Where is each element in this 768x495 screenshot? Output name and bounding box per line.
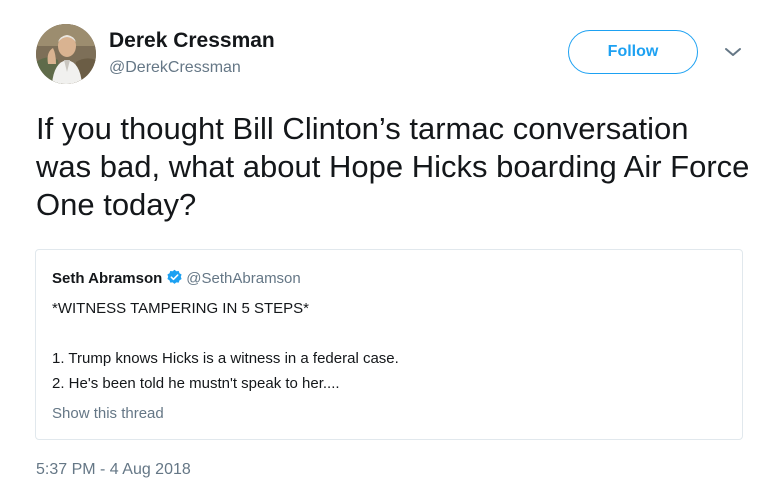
chevron-down-icon[interactable]: [724, 46, 742, 58]
quoted-tweet[interactable]: Seth Abramson @SethAbramson *WITNESS TAMP…: [35, 249, 743, 440]
quoted-tweet-line: *WITNESS TAMPERING IN 5 STEPS*: [52, 300, 309, 317]
tweet-timestamp[interactable]: 5:37 PM - 4 Aug 2018: [36, 460, 191, 480]
quoted-author-name: Seth Abramson: [52, 270, 163, 287]
avatar-photo: [36, 24, 96, 84]
author-handle[interactable]: @DerekCressman: [109, 57, 275, 79]
avatar[interactable]: [36, 24, 96, 84]
author-display-name[interactable]: Derek Cressman: [109, 28, 275, 54]
author-names: Derek Cressman @DerekCressman: [109, 28, 275, 79]
quoted-tweet-line: 1. Trump knows Hicks is a witness in a f…: [52, 350, 399, 367]
tweet-header: Derek Cressman @DerekCressman Follow: [36, 24, 752, 88]
tweet-text: If you thought Bill Clinton’s tarmac con…: [36, 111, 750, 222]
show-thread-link[interactable]: Show this thread: [52, 404, 164, 424]
verified-badge-icon: [166, 269, 183, 292]
quoted-author-handle: @SethAbramson: [186, 270, 301, 287]
follow-button[interactable]: Follow: [568, 30, 698, 74]
quoted-tweet-line: 2. He's been told he mustn't speak to he…: [52, 375, 340, 392]
quoted-tweet-header: Seth Abramson @SethAbramson: [52, 269, 301, 292]
